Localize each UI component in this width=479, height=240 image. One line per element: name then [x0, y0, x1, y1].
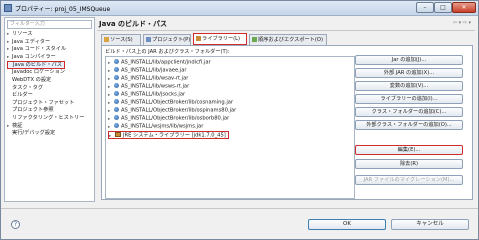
tree-item[interactable]: プロジェクト参照	[7, 107, 93, 115]
app-icon	[4, 4, 12, 12]
tab-icon	[146, 37, 151, 42]
minimize-button[interactable]: –	[416, 2, 434, 13]
tree-item[interactable]: WebDTX の設定	[7, 77, 93, 85]
tab-label: プロジェクト(P)	[152, 37, 191, 43]
jar-icon	[114, 123, 119, 128]
category-tree: ▸ リソース ▸ Java エディター ▸ Java コード・スタイル ▸ Java コンパイ…	[7, 31, 93, 138]
action-button-0[interactable]: Jar の追加(J)...	[355, 55, 463, 65]
tree-item-label: リソース	[12, 31, 33, 37]
jar-icon	[114, 99, 119, 104]
list-label: ビルド・パス上の JAR およびクラス・フォルダー(T):	[105, 49, 230, 55]
close-button[interactable]: ✕	[452, 2, 476, 13]
library-item[interactable]: ▸ AS_INSTALL/wsjms/lib/wsjms.jar	[108, 123, 203, 131]
library-item[interactable]: ▸ AS_INSTALL/lib/wsws-rt.jar	[108, 83, 189, 91]
jar-icon	[114, 91, 119, 96]
tree-item[interactable]: ▸ リソース	[7, 31, 93, 39]
properties-dialog: プロパティー: proj_05_IMSQueue – □ ✕ フィルター入力 ▸…	[0, 0, 479, 240]
library-item[interactable]: ▸ AS_INSTALL/ObjectBroker/lib/ospinams80.…	[108, 107, 236, 115]
divider	[97, 30, 475, 31]
library-label: JRE システム・ライブラリー [jdk1.7.0_45]	[123, 132, 226, 139]
tree-item-label: 実行/デバッグ設定	[12, 130, 56, 137]
nav-history-icon[interactable]: ⇦ ▾ ⇨ ▾	[453, 20, 471, 26]
library-item[interactable]: ▸ AS_INSTALL/lib/appclient/jndicfi.jar	[108, 59, 211, 67]
library-item-jre[interactable]: ▸ JRE システム・ライブラリー [jdk1.7.0_45]	[108, 131, 229, 139]
tab-label: ライブラリー(L)	[202, 36, 241, 42]
library-item[interactable]: ▸ AS_INSTALL/lib/javaee.jar	[108, 67, 187, 75]
tab-icon	[252, 37, 257, 42]
tree-item[interactable]: リファクタリング・ヒストリー	[7, 115, 93, 123]
library-item[interactable]: ▸ AS_INSTALL/ObjectBroker/lib/osborb80.ja…	[108, 115, 229, 123]
title-bar[interactable]: プロパティー: proj_05_IMSQueue – □ ✕	[1, 1, 478, 16]
window-title: プロパティー: proj_05_IMSQueue	[15, 6, 111, 13]
tree-item-label: Java コンパイラー	[12, 53, 56, 60]
library-label: AS_INSTALL/lib/wsav-rt.jar	[121, 75, 189, 82]
jar-icon	[114, 67, 119, 72]
tree-item-label: タスク・タグ	[12, 84, 44, 91]
tree-item[interactable]: ▸ Java コンパイラー	[7, 54, 93, 62]
library-label: AS_INSTALL/lib/wsws-rt.jar	[121, 83, 190, 90]
cancel-button[interactable]: キャンセル	[391, 219, 469, 230]
maximize-button[interactable]: □	[434, 2, 452, 13]
library-label: AS_INSTALL/lib/javaee.jar	[121, 67, 187, 74]
tab-3[interactable]: 順序およびエクスポート(O)	[249, 34, 327, 45]
tree-item[interactable]: ▸ Java コード・スタイル	[7, 46, 93, 54]
tree-item[interactable]: ビルダー	[7, 92, 93, 100]
tree-item-label: ビルダー	[12, 92, 33, 99]
tree-item-label: リファクタリング・ヒストリー	[12, 114, 85, 121]
action-button-6[interactable]: 編集(E)...	[355, 145, 463, 155]
tab-icon	[104, 37, 109, 42]
library-label: AS_INSTALL/ObjectBroker/lib/osborb80.jar	[121, 115, 230, 122]
tree-item-label: Java エディター	[12, 38, 51, 45]
tree-item-label: WebDTX の設定	[12, 76, 52, 83]
action-button-2[interactable]: 変数の追加(V)...	[355, 81, 463, 91]
action-button-7[interactable]: 除去(R)	[355, 159, 463, 169]
tab-label: ソース(S)	[110, 37, 133, 43]
tree-item-label: プロジェクト・ファセット	[12, 99, 75, 106]
tree-item[interactable]: ▸ 検証	[7, 123, 93, 131]
category-pane: フィルター入力 ▸ リソース ▸ Java エディター ▸ Java コード・スタイル ▸ J…	[4, 17, 95, 202]
library-item[interactable]: ▸ AS_INSTALL/lib/wsav-rt.jar	[108, 75, 188, 83]
tree-item-label: Java のビルド・パス	[13, 62, 62, 69]
jar-icon	[114, 107, 119, 112]
ok-button[interactable]: OK	[308, 219, 386, 230]
jar-icon	[114, 59, 119, 64]
tab-0[interactable]: ソース(S)	[101, 34, 141, 45]
action-button-5[interactable]: 外部クラス・フォルダーの追加(O)...	[355, 120, 463, 130]
action-button-4[interactable]: クラス・フォルダーの追加(C)...	[355, 107, 463, 117]
help-icon[interactable]: ?	[11, 220, 20, 229]
action-button-3[interactable]: ライブラリーの追加(I)...	[355, 94, 463, 104]
page-title: Java のビルド・パス	[99, 20, 168, 28]
library-label: AS_INSTALL/lib/jsocks.jar	[121, 91, 186, 98]
library-label: AS_INSTALL/lib/appclient/jndicfi.jar	[121, 59, 211, 66]
library-label: AS_INSTALL/ObjectBroker/lib/ospinams80.j…	[121, 107, 237, 114]
page-pane: Java のビルド・パス ⇦ ▾ ⇨ ▾ ソース(S) プロジェクト(P) ライブラ…	[97, 17, 475, 202]
library-item[interactable]: ▸ AS_INSTALL/lib/jsocks.jar	[108, 91, 185, 99]
divider	[1, 208, 478, 209]
tree-item-label: プロジェクト参照	[12, 107, 54, 114]
tree-item-label: Java コード・スタイル	[12, 46, 67, 53]
library-item[interactable]: ▸ AS_INSTALL/ObjectBroker/lib/cosnaming.j…	[108, 99, 233, 107]
library-label: AS_INSTALL/wsjms/lib/wsjms.jar	[121, 123, 204, 130]
filter-input[interactable]: フィルター入力	[7, 20, 92, 29]
tab-2[interactable]: ライブラリー(L)	[193, 33, 247, 45]
tab-label: 順序およびエクスポート(O)	[258, 37, 324, 43]
library-label: AS_INSTALL/ObjectBroker/lib/cosnaming.ja…	[121, 99, 234, 106]
jre-library-icon	[115, 132, 121, 137]
action-button-8[interactable]: JAR ファイルのマイグレーション(M)...	[355, 175, 463, 185]
tree-item-label: 検証	[12, 122, 23, 129]
tab-icon	[196, 36, 201, 41]
action-button-1[interactable]: 外部 JAR の追加(X)...	[355, 68, 463, 78]
jar-icon	[114, 115, 119, 120]
tab-1[interactable]: プロジェクト(P)	[143, 34, 191, 45]
jar-icon	[114, 83, 119, 88]
library-list[interactable]: ▸ AS_INSTALL/lib/appclient/jndicfi.jar ▸ AS…	[105, 56, 355, 199]
tree-item-label: Javadoc ロケーション	[12, 69, 65, 76]
jar-icon	[114, 75, 119, 80]
tree-item[interactable]: Javadoc ロケーション	[7, 69, 93, 77]
tree-item[interactable]: 実行/デバッグ設定	[7, 130, 93, 138]
